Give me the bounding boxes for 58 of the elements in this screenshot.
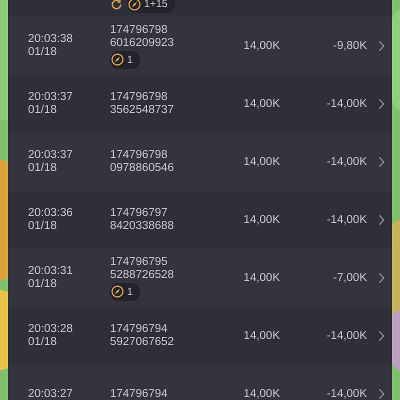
refresh-icon: [110, 0, 123, 10]
round-id: 5288726528: [110, 268, 175, 282]
compass-icon: [128, 0, 141, 10]
bet-amount: 14,00K: [242, 214, 280, 226]
round-id: 174796794: [110, 323, 169, 336]
date-text: 01/18: [28, 220, 58, 233]
round-id: 174796798: [110, 149, 169, 162]
round-id: 8420338688: [110, 220, 175, 233]
history-row[interactable]: 20:03:37 01/18 174796798 0978860546 14,00K -14,00K: [8, 133, 392, 191]
round-id: 6016209923: [110, 36, 175, 50]
time-text: 20:03:37: [28, 91, 74, 104]
round-id: 3562548737: [110, 104, 175, 117]
round-id: 174796798: [110, 91, 169, 104]
time-text: 20:03:28: [28, 323, 74, 336]
compass-icon: [111, 53, 124, 66]
round-id: 5927067652: [110, 336, 175, 349]
round-id: 174796795: [110, 256, 169, 268]
round-id: 174796798: [110, 24, 169, 36]
chevron-icon: [378, 98, 385, 110]
compass-icon: [111, 285, 124, 298]
date-text: 01/18: [28, 46, 58, 59]
date-text: 01/18: [28, 162, 58, 175]
bet-amount: 14,00K: [242, 388, 280, 400]
date-text: 01/18: [28, 104, 58, 117]
round-id: 174796797: [110, 207, 169, 220]
history-row[interactable]: 20:03:38 01/18 174796798 6016209923 1 14,00K -9,80K: [8, 17, 392, 75]
time-text: 20:03:27: [28, 388, 74, 400]
win-amount: -7,00K: [332, 272, 367, 284]
chevron-icon: [378, 156, 385, 168]
bet-amount: 14,00K: [242, 330, 280, 342]
history-row[interactable]: 20:03:31 01/18 174796795 5288726528 1 14,00K -7,00K: [8, 249, 392, 307]
date-text: 01/18: [28, 278, 58, 291]
chevron-icon: [378, 214, 385, 226]
bonus-count: 1: [127, 286, 133, 298]
bonus-count: 1: [127, 54, 133, 66]
win-amount: -14,00K: [326, 214, 367, 226]
bonus-count: 1+15: [144, 0, 168, 10]
time-text: 20:03:36: [28, 207, 74, 220]
date-text: 01/18: [28, 336, 58, 349]
chevron-icon: [378, 40, 385, 52]
win-amount: -14,00K: [326, 156, 367, 168]
round-id: 0978860546: [110, 162, 175, 175]
bet-amount: 14,00K: [242, 272, 280, 284]
bet-amount: 14,00K: [242, 98, 280, 110]
chevron-icon: [378, 388, 385, 400]
win-amount: -14,00K: [326, 98, 367, 110]
history-row[interactable]: 20:03:27 174796794 14,00K -14,00K: [8, 365, 392, 400]
win-amount: -9,80K: [332, 40, 367, 52]
bet-amount: 14,00K: [242, 40, 280, 52]
time-text: 20:03:31: [28, 265, 74, 278]
chevron-icon: [378, 272, 385, 284]
chevron-icon: [378, 330, 385, 342]
win-amount: -14,00K: [326, 388, 367, 400]
time-text: 20:03:38: [28, 33, 74, 46]
win-amount: -14,00K: [326, 330, 367, 342]
bet-amount: 14,00K: [242, 156, 280, 168]
time-text: 20:03:37: [28, 149, 74, 162]
round-id: 174796794: [110, 388, 169, 400]
